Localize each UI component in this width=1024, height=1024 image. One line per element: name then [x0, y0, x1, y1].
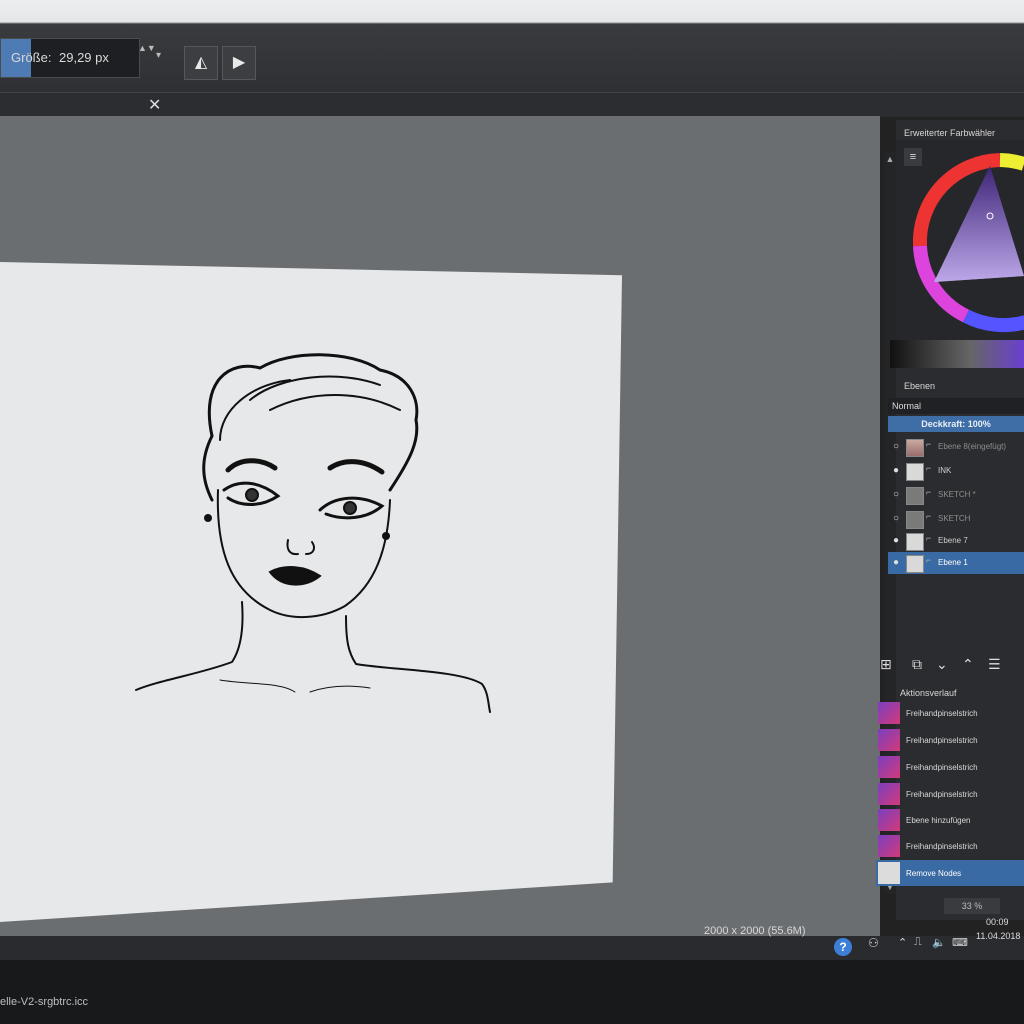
mirror-vertical-button[interactable]: ▶ [222, 46, 256, 80]
add-layer-icon[interactable]: ⊞ [880, 656, 892, 673]
layer-thumbnail [906, 533, 924, 551]
layer-thumbnail [906, 439, 924, 457]
people-icon[interactable]: ⚇ [868, 936, 879, 950]
history-item[interactable]: Freihandpinselstrich [876, 833, 1024, 859]
history-item[interactable]: Ebene hinzufügen [876, 807, 1024, 833]
layer-thumbnail [906, 555, 924, 573]
language-icon[interactable]: ⌨ [952, 936, 968, 949]
history-item-label: Freihandpinselstrich [906, 763, 978, 772]
layer-row[interactable]: ○ ⌐ Ebene 8(eingefügt) [888, 436, 1024, 458]
layer-row[interactable]: ○ ⌐ SKETCH * [888, 484, 1024, 506]
link-icon: ⌐ [926, 511, 932, 521]
mirror-horizontal-icon: ◭ [194, 54, 208, 71]
volume-icon[interactable]: 🔈 [932, 936, 946, 949]
history-item[interactable]: Freihandpinselstrich [876, 754, 1024, 780]
blend-mode-select[interactable]: Normal [888, 398, 1024, 414]
document-tab-bar: ✕ [0, 92, 1024, 117]
duplicate-layer-icon[interactable]: ⧉ [912, 656, 922, 673]
history-thumbnail [878, 835, 900, 857]
layer-thumbnail [906, 487, 924, 505]
layer-name: Ebene 8(eingefügt) [938, 442, 1007, 451]
history-item-selected[interactable]: Remove Nodes [876, 860, 1024, 886]
opacity-slider[interactable]: Deckkraft: 100% [888, 416, 1024, 432]
history-item-label: Ebene hinzufügen [906, 816, 971, 825]
blend-mode-value: Normal [892, 401, 922, 411]
history-thumbnail [878, 783, 900, 805]
hidden-eye-icon[interactable]: ○ [890, 441, 902, 453]
hidden-eye-icon[interactable]: ○ [890, 513, 902, 525]
layer-toolbar: ⊞ ⧉ ⌄ ⌃ ☰ [876, 654, 1024, 676]
history-item-label: Freihandpinselstrich [906, 842, 978, 851]
history-thumbnail [878, 809, 900, 831]
layer-name: Ebene 7 [938, 536, 968, 545]
link-icon: ⌐ [926, 533, 932, 543]
layer-row[interactable]: ○ ⌐ SKETCH [888, 508, 1024, 530]
layer-properties-icon[interactable]: ☰ [988, 656, 1001, 673]
size-stepper[interactable]: ▲▼ [138, 40, 156, 74]
layer-name: INK [938, 466, 952, 475]
eye-icon[interactable]: ● [890, 465, 902, 477]
move-down-icon[interactable]: ⌄ [936, 656, 948, 673]
history-item-label: Remove Nodes [906, 869, 962, 878]
tray-chevron-icon[interactable]: ⌃ [898, 936, 907, 949]
network-icon[interactable]: ⎍ [914, 936, 922, 949]
history-item[interactable]: Freihandpinselstrich [876, 781, 1024, 807]
history-thumbnail [878, 862, 900, 884]
mirror-horizontal-button[interactable]: ◭ [184, 46, 218, 80]
layer-row[interactable]: ● ⌐ INK [888, 460, 1024, 482]
clock-date: 11.04.2018 [976, 931, 1021, 941]
link-icon: ⌐ [926, 487, 932, 497]
history-item[interactable]: Freihandpinselstrich [876, 700, 1024, 726]
portrait-sketch [135, 353, 491, 713]
image-dimensions: 2000 x 2000 (55.6M) [704, 925, 806, 937]
value-slider[interactable] [890, 340, 1024, 368]
history-item[interactable]: Freihandpinselstrich [876, 727, 1024, 753]
chevron-down-icon[interactable]: ▾ [156, 50, 161, 61]
eye-icon[interactable]: ● [890, 535, 902, 547]
brush-size-label: Größe: [11, 50, 52, 65]
layer-name: SKETCH [938, 514, 971, 523]
opacity-value: Deckkraft: 100% [921, 419, 991, 429]
layer-name: SKETCH * [938, 490, 976, 499]
close-icon[interactable]: ✕ [148, 95, 161, 115]
history-thumbnail [878, 756, 900, 778]
history-item-label: Freihandpinselstrich [906, 790, 978, 799]
layer-thumbnail [906, 511, 924, 529]
history-item-label: Freihandpinselstrich [906, 709, 978, 718]
brush-size-value[interactable]: 29,29 px [59, 39, 109, 77]
eye-icon[interactable]: ● [890, 557, 902, 569]
layer-name: Ebene 1 [938, 558, 968, 567]
color-wheel[interactable] [906, 146, 1024, 340]
link-icon: ⌐ [926, 555, 932, 565]
zoom-level[interactable]: 33 % [944, 898, 1000, 914]
mirror-vertical-icon: ▶ [232, 54, 246, 71]
color-selector-title: Erweiterter Farbwähler [904, 128, 996, 138]
history-thumbnail [878, 729, 900, 751]
history-item-label: Freihandpinselstrich [906, 736, 978, 745]
layers-title: Ebenen [904, 381, 936, 391]
color-profile-filename: elle-V2-srgbtrc.icc [0, 996, 89, 1008]
hidden-eye-icon[interactable]: ○ [890, 489, 902, 501]
clock-time: 00:09 [986, 917, 1009, 927]
history-title: Aktionsverlauf [900, 688, 957, 698]
move-up-icon[interactable]: ⌃ [962, 656, 974, 673]
layer-row-selected[interactable]: ● ⌐ Ebene 1 [888, 552, 1024, 574]
scroll-up-icon[interactable]: ▲ [884, 154, 896, 164]
taskbar [0, 960, 1024, 1024]
layer-thumbnail [906, 463, 924, 481]
layer-row[interactable]: ● ⌐ Ebene 7 [888, 530, 1024, 552]
history-thumbnail [878, 702, 900, 724]
brush-size-field[interactable]: Größe: 29,29 px [0, 38, 140, 78]
link-icon: ⌐ [926, 439, 932, 449]
help-icon[interactable]: ? [834, 938, 852, 956]
link-icon: ⌐ [926, 463, 932, 473]
